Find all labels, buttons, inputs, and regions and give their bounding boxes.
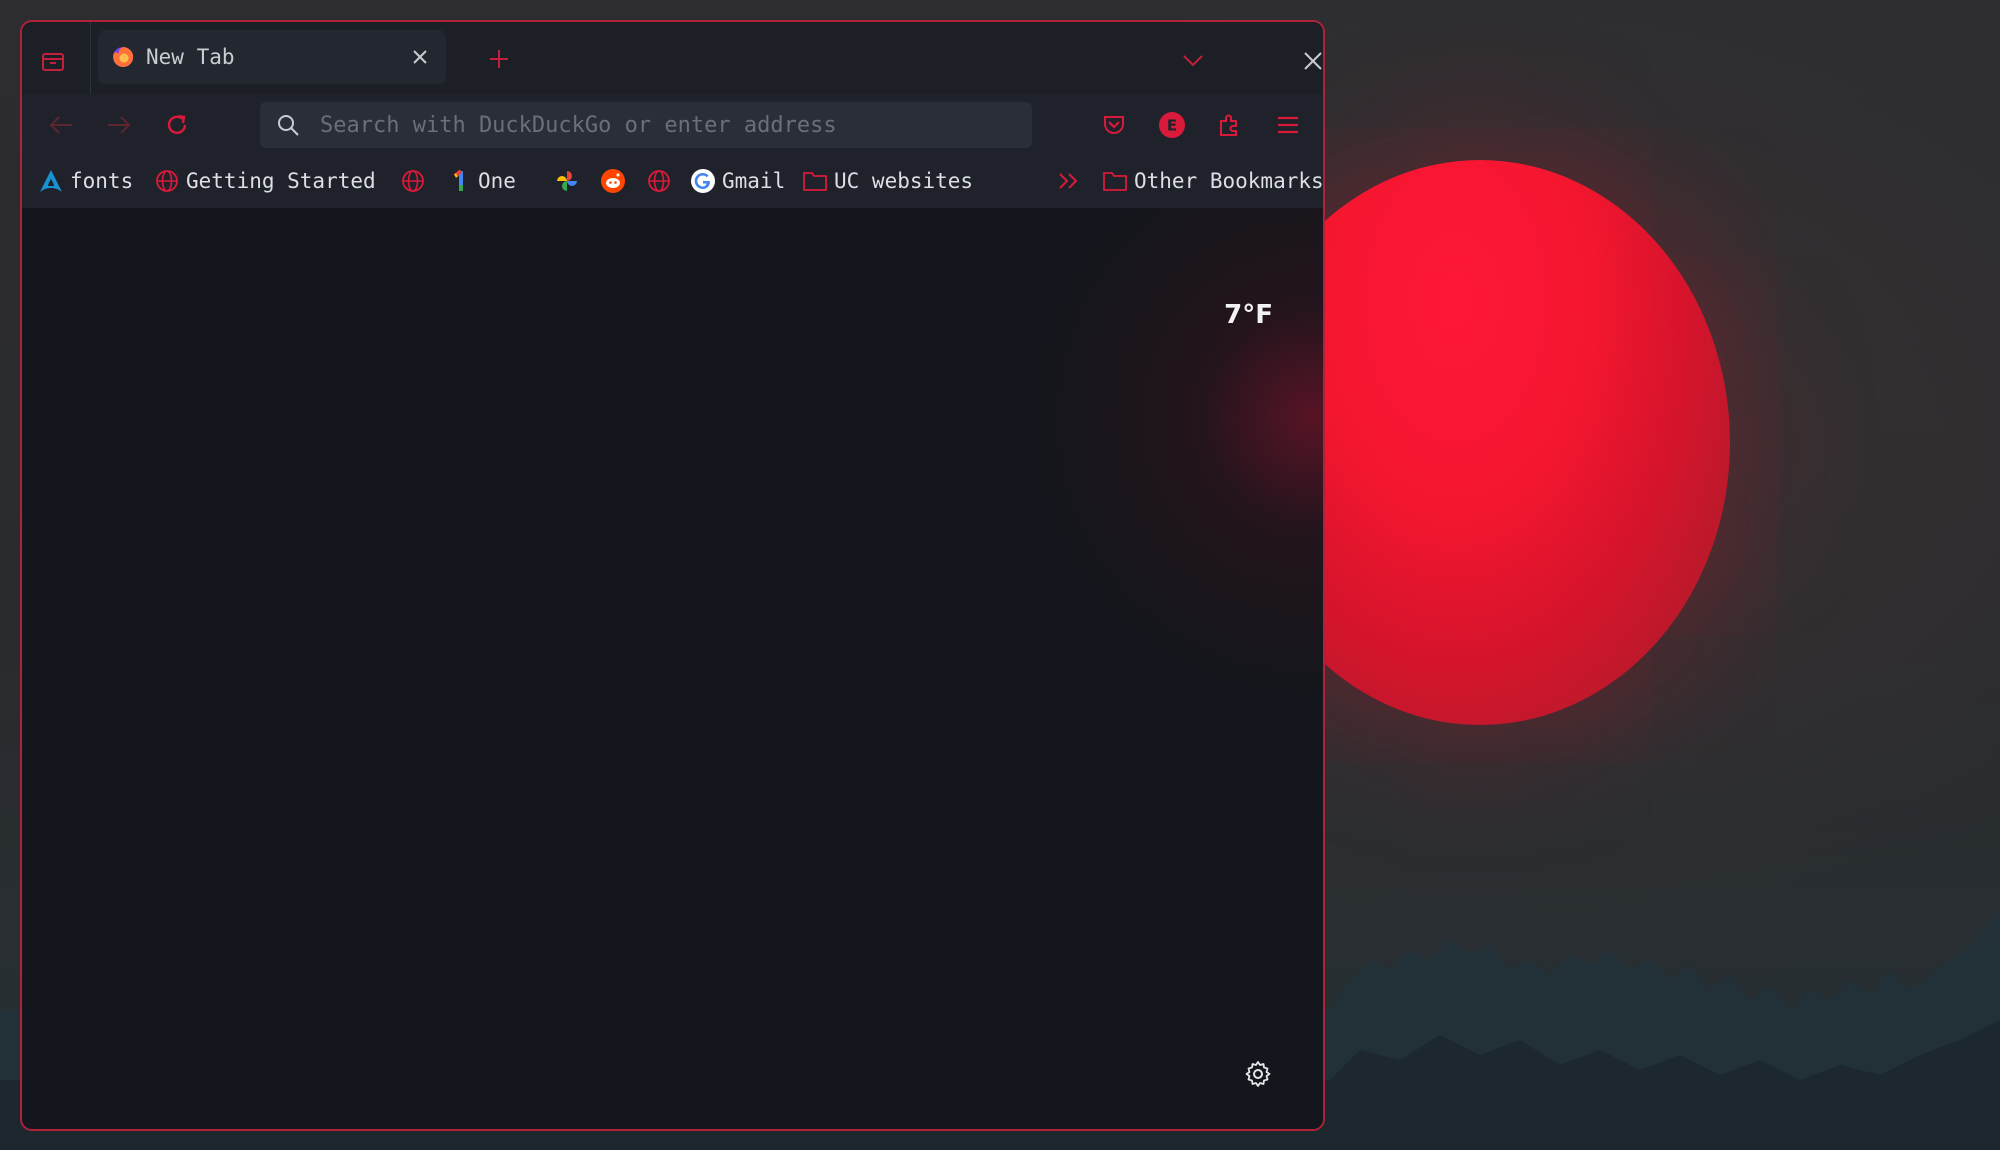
other-bookmarks-folder[interactable]: Other Bookmarks bbox=[1102, 164, 1324, 198]
bookmark-label: Gmail bbox=[722, 169, 786, 193]
bookmark-globe-2[interactable] bbox=[646, 164, 672, 198]
gear-icon bbox=[1245, 1061, 1271, 1087]
pocket-button[interactable] bbox=[1097, 108, 1131, 142]
extensions-button[interactable] bbox=[1213, 108, 1247, 142]
tabbar-separator bbox=[90, 22, 91, 94]
close-window-button[interactable] bbox=[1298, 46, 1323, 76]
firefox-view-button[interactable] bbox=[38, 46, 68, 76]
bookmark-label: Getting Started bbox=[186, 169, 376, 193]
bookmark-getting-started[interactable]: Getting Started bbox=[154, 164, 376, 198]
forward-button[interactable] bbox=[102, 108, 136, 142]
new-tab-button[interactable] bbox=[484, 44, 514, 74]
tab-bar: New Tab bbox=[22, 22, 1323, 94]
browser-window: New Tab Search with DuckDuckGo or enter … bbox=[20, 20, 1325, 1131]
bookmark-label: One bbox=[478, 169, 516, 193]
bookmark-pinwheel[interactable] bbox=[554, 164, 580, 198]
hamburger-menu-icon bbox=[1278, 116, 1298, 134]
globe-icon bbox=[154, 168, 180, 194]
folder-icon bbox=[802, 168, 828, 194]
customize-button[interactable] bbox=[1241, 1057, 1275, 1091]
puzzle-piece-icon bbox=[1220, 114, 1237, 136]
close-tab-button[interactable] bbox=[408, 45, 432, 69]
globe-icon bbox=[646, 168, 672, 194]
tab-new-tab[interactable]: New Tab bbox=[98, 30, 446, 84]
close-icon bbox=[413, 50, 427, 64]
pinwheel-icon bbox=[554, 168, 580, 194]
reload-icon bbox=[167, 114, 187, 134]
bookmark-fonts[interactable]: fonts bbox=[38, 164, 133, 198]
google-icon bbox=[690, 168, 716, 194]
navigation-toolbar: E bbox=[22, 94, 1323, 154]
search-icon bbox=[278, 115, 299, 136]
address-bar[interactable] bbox=[260, 102, 1032, 148]
bookmarks-toolbar: fonts Getting Started One Gmail UC websi… bbox=[22, 154, 1323, 208]
firefox-view-icon bbox=[42, 53, 64, 71]
bookmarks-overflow-button[interactable] bbox=[1056, 164, 1082, 198]
bookmark-label: UC websites bbox=[834, 169, 974, 193]
one-icon bbox=[446, 168, 472, 194]
new-tab-content: 7°F bbox=[22, 208, 1323, 1129]
arch-linux-icon bbox=[38, 168, 64, 194]
bookmark-reddit[interactable] bbox=[600, 164, 626, 198]
plus-icon bbox=[490, 50, 508, 68]
bookmark-one[interactable]: One bbox=[446, 164, 516, 198]
address-input[interactable] bbox=[318, 111, 1032, 139]
app-menu-button[interactable] bbox=[1271, 108, 1305, 142]
arrow-left-icon bbox=[49, 116, 72, 134]
arrow-right-icon bbox=[108, 116, 131, 134]
account-button[interactable]: E bbox=[1155, 108, 1189, 142]
bookmark-gmail[interactable]: Gmail bbox=[690, 164, 785, 198]
other-bookmarks-label: Other Bookmarks bbox=[1134, 169, 1324, 193]
account-initial: E bbox=[1167, 117, 1177, 135]
pocket-icon bbox=[1104, 116, 1124, 134]
bookmark-folder-uc-websites[interactable]: UC websites bbox=[802, 164, 973, 198]
close-icon bbox=[1304, 52, 1322, 70]
back-button[interactable] bbox=[44, 108, 78, 142]
chevron-down-icon bbox=[1183, 55, 1203, 67]
weather-widget[interactable]: 7°F bbox=[1224, 300, 1273, 330]
bookmark-label: fonts bbox=[70, 169, 134, 193]
bookmark-globe-1[interactable] bbox=[400, 164, 426, 198]
account-avatar-icon: E bbox=[1159, 112, 1185, 138]
firefox-icon bbox=[110, 44, 136, 70]
double-chevron-right-icon bbox=[1056, 168, 1082, 194]
globe-icon bbox=[400, 168, 426, 194]
reddit-icon bbox=[600, 168, 626, 194]
list-all-tabs-button[interactable] bbox=[1178, 46, 1208, 76]
tab-title: New Tab bbox=[146, 45, 235, 69]
reload-button[interactable] bbox=[160, 108, 194, 142]
folder-icon bbox=[1102, 168, 1128, 194]
